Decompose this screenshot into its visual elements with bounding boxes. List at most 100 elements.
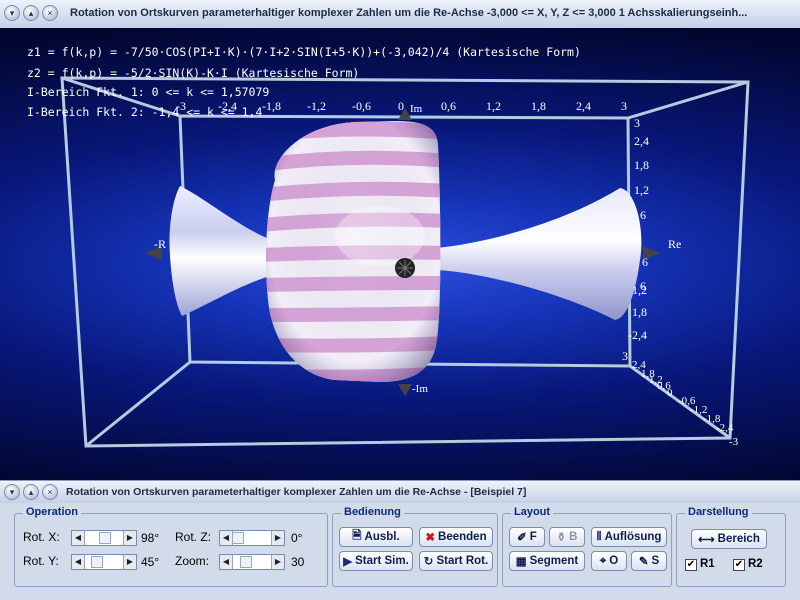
window-controls: ▾ ▴ × (4, 5, 58, 21)
range-f1: I-Bereich Fkt. 1: 0 <= k <= 1,57079 (27, 85, 270, 99)
arrow-right-icon[interactable]: ▶ (123, 555, 136, 569)
bereich-button[interactable]: ⟷ Bereich (691, 529, 767, 549)
rot-z-slider[interactable]: ◀ ▶ (219, 530, 285, 546)
subwindow-title-bar[interactable]: ▾ ▴ × Rotation von Ortskurven parameterh… (0, 480, 800, 504)
beenden-button[interactable]: ✖ Beenden (419, 527, 493, 547)
b-label: B (569, 531, 578, 543)
top-tick: 3 (621, 99, 627, 113)
minimize-button[interactable]: ▾ (4, 5, 20, 21)
top-tick: 1,2 (486, 99, 501, 113)
o-button[interactable]: ⌖ O (591, 551, 627, 571)
grid-icon: ▦ (515, 556, 527, 568)
start-rot-button[interactable]: ↻ Start Rot. (419, 551, 493, 571)
o-label: O (609, 555, 619, 567)
range-arrows-icon: ⟷ (698, 534, 715, 546)
close-icon: ✖ (425, 532, 436, 544)
top-tick: 2,4 (576, 99, 591, 113)
start-sim-label: Start Sim. (355, 555, 409, 567)
right-tick: 3 (634, 116, 640, 130)
darstellung-title: Darstellung (685, 506, 752, 518)
im-neg-axis-arrow (398, 384, 412, 396)
arrow-right-icon[interactable]: ▶ (123, 531, 136, 545)
striped-body-surface (266, 121, 441, 382)
rot-z-label: Rot. Z: (175, 530, 212, 544)
main-title-bar[interactable]: ▾ ▴ × Rotation von Ortskurven parameterh… (0, 0, 800, 29)
axis-label-im: Im (410, 103, 423, 115)
top-tick: 0,6 (441, 99, 456, 113)
formula-z2: z2 = f(k,p) = -5/2·SIN(K)-K·I (Kartesisc… (27, 66, 360, 80)
window-title: Rotation von Ortskurven parameterhaltige… (70, 7, 748, 19)
s-label: S (651, 555, 660, 567)
depth-tick: -3 (729, 436, 739, 448)
subwindow-title: Rotation von Ortskurven parameterhaltige… (66, 486, 527, 498)
bereich-label: Bereich (717, 533, 760, 545)
depth-tick: -2,4 (716, 422, 734, 434)
slider-thumb[interactable] (232, 532, 244, 544)
slider-thumb[interactable] (240, 556, 253, 568)
f-button[interactable]: ✐ F (509, 527, 545, 547)
arrow-left-icon[interactable]: ◀ (72, 555, 85, 569)
rotate-icon: ↻ (423, 556, 434, 568)
axis-label-im-neg: -Im (412, 383, 428, 395)
f-label: F (529, 531, 537, 543)
range-f2: I-Bereich Fkt. 2: -1,4 <= k <= 1,4 (27, 105, 263, 119)
darstellung-group: Darstellung ⟷ Bereich ✔ R1 ✔ R2 (676, 506, 786, 587)
operation-title: Operation (23, 506, 81, 518)
aufloesung-label: Auflösung (604, 531, 662, 543)
r1-checkbox[interactable]: ✔ (685, 559, 697, 571)
axis-label-z: Z (408, 250, 414, 260)
arrow-left-icon[interactable]: ◀ (220, 555, 233, 569)
slider-thumb[interactable] (91, 556, 103, 568)
sub-restore-button[interactable]: ▴ (23, 484, 39, 500)
segment-button[interactable]: ▦ Segment (509, 551, 585, 571)
start-sim-button[interactable]: ▶ Start Sim. (339, 551, 413, 571)
r2-label: R2 (748, 558, 763, 570)
top-tick: -1,8 (262, 99, 281, 113)
rot-y-slider[interactable]: ◀ ▶ (71, 554, 137, 570)
right-tick: 1,2 (634, 183, 649, 197)
3d-viewport[interactable]: Re -R Im -Im Z -3 -2,4 -1,8 -1,2 -0,6 0 … (0, 28, 800, 480)
s-button[interactable]: ✎ S (631, 551, 667, 571)
ausbl-label: Ausbl. (364, 531, 400, 543)
right-tick: -2,4 (628, 328, 647, 342)
arrow-left-icon[interactable]: ◀ (72, 531, 85, 545)
operation-group: Operation Rot. X: ◀ ▶ 98° Rot. Y: ◀ ▶ 45… (14, 506, 328, 587)
rot-x-value: 98° (141, 531, 160, 545)
sub-close-button[interactable]: × (42, 484, 58, 500)
depth-tick: 0 (667, 387, 673, 399)
brush-icon: ✐ (517, 532, 527, 544)
right-tick: 2,4 (634, 134, 649, 148)
segment-label: Segment (529, 555, 579, 567)
layout-title: Layout (511, 506, 554, 518)
arrow-right-icon[interactable]: ▶ (271, 555, 284, 569)
slider-thumb[interactable] (99, 532, 112, 544)
zoom-value: 30 (291, 555, 305, 569)
ausbl-button[interactable]: 🗎 Ausbl. (339, 527, 413, 547)
pen-icon: ✎ (638, 556, 649, 568)
layout-group: Layout ✐ F ⚱ B ⦀ Auflösung ▦ Segment ⌖ O… (502, 506, 672, 587)
right-horn-surface (436, 188, 642, 320)
rot-x-slider[interactable]: ◀ ▶ (71, 530, 137, 546)
top-tick: -1,2 (307, 99, 326, 113)
sub-minimize-button[interactable]: ▾ (4, 484, 20, 500)
beenden-label: Beenden (438, 531, 487, 543)
subwindow-controls: ▾ ▴ × (4, 484, 58, 500)
aufloesung-button[interactable]: ⦀ Auflösung (591, 527, 667, 547)
right-tick: 3 (622, 349, 628, 363)
bedienung-title: Bedienung (341, 506, 404, 518)
right-tick: 6 (640, 208, 646, 222)
start-rot-label: Start Rot. (436, 555, 489, 567)
r1-label: R1 (700, 558, 715, 570)
r2-checkbox[interactable]: ✔ (733, 559, 745, 571)
top-tick: 0 (398, 99, 404, 113)
zoom-slider[interactable]: ◀ ▶ (219, 554, 285, 570)
restore-button[interactable]: ▴ (23, 5, 39, 21)
arrow-right-icon[interactable]: ▶ (271, 531, 284, 545)
axis-label-re: Re (668, 237, 681, 251)
right-tick: 1,8 (634, 158, 649, 172)
close-button[interactable]: × (42, 5, 58, 21)
rot-x-label: Rot. X: (23, 530, 60, 544)
bedienung-group: Bedienung 🗎 Ausbl. ✖ Beenden ▶ Start Sim… (332, 506, 498, 587)
right-tick: 6 (642, 255, 648, 269)
b-button[interactable]: ⚱ B (549, 527, 585, 547)
